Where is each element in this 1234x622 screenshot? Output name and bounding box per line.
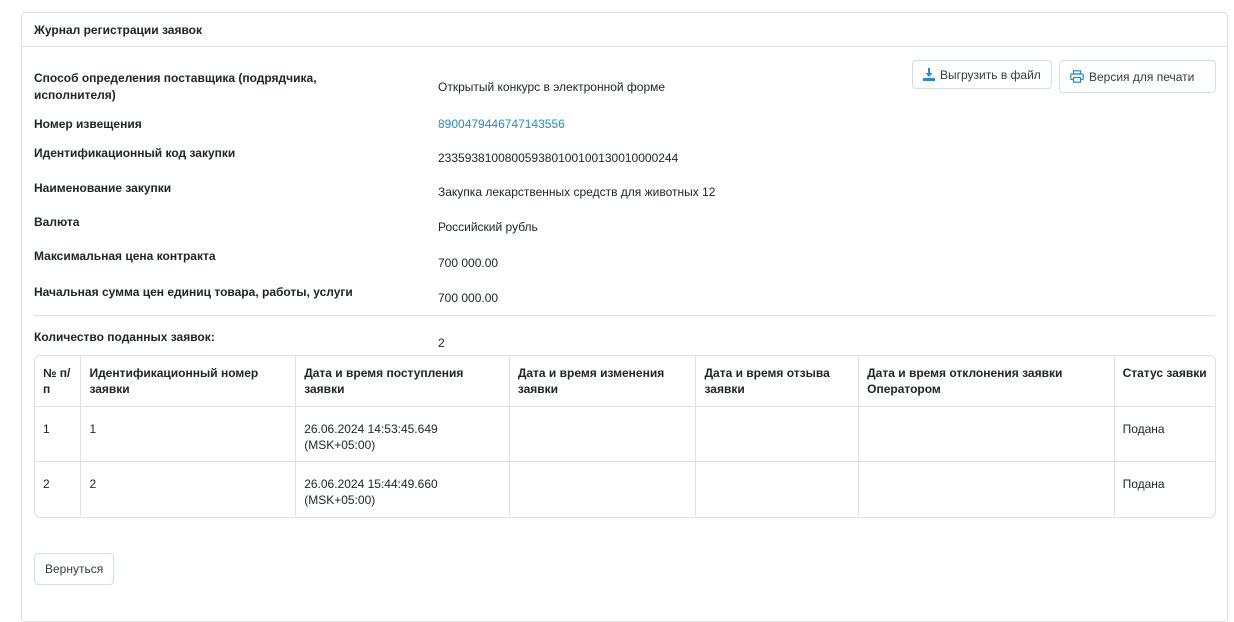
back-button[interactable]: Вернуться	[34, 553, 115, 585]
col-header-rejected: Дата и время отклонения заявки Операторо…	[858, 356, 1115, 407]
printer-icon	[1070, 70, 1084, 83]
cell-withdrawn	[695, 461, 860, 516]
cell-application-id: 2	[80, 461, 297, 516]
application-count-value: 2	[438, 336, 445, 350]
info-label: Наименование закупки	[34, 181, 172, 195]
applications-table: № п/п Идентификационный номер заявки Дат…	[34, 355, 1216, 518]
notice-number-link[interactable]: 8900479446747143556	[438, 116, 565, 133]
info-value: 700 000.00	[438, 291, 499, 305]
info-label: Количество поданных заявок:	[34, 330, 215, 344]
cell-received: 26.06.2024 15:44:49.660 (MSK+05:00)	[295, 461, 510, 516]
info-value: Открытый конкурс в электронной форме	[438, 80, 666, 94]
print-version-button[interactable]: Версия для печати	[1059, 60, 1216, 93]
registration-journal-panel: Журнал регистрации заявок Способ определ…	[21, 12, 1228, 622]
print-button-label: Версия для печати	[1089, 69, 1195, 84]
cell-status: Подана	[1122, 476, 1165, 491]
col-header-changed: Дата и время изменения заявки	[509, 356, 697, 407]
info-label: Номер извещения	[34, 117, 142, 131]
cell-received: 26.06.2024 14:53:45.649 (MSK+05:00)	[295, 406, 510, 462]
table-row: 2 2 26.06.2024 15:44:49.660 (MSK+05:00) …	[35, 461, 1215, 516]
cell-changed	[509, 461, 697, 516]
export-button-label: Выгрузить в файл	[940, 67, 1041, 82]
cell-rejected	[858, 461, 1115, 516]
col-header-number: № п/п	[35, 356, 82, 407]
info-value: 700 000.00	[438, 256, 499, 270]
info-label: Валюта	[34, 215, 80, 229]
info-label: Идентификационный код закупки	[34, 146, 236, 160]
table-header-row: № п/п Идентификационный номер заявки Дат…	[35, 356, 1215, 407]
cell-number: 2	[35, 461, 82, 516]
export-to-file-button[interactable]: Выгрузить в файл	[912, 60, 1052, 89]
col-header-status: Статус заявки	[1114, 356, 1215, 407]
info-value: Российский рубль	[438, 220, 538, 234]
cell-number: 1	[35, 406, 82, 462]
cell-status: Подана	[1114, 406, 1215, 462]
cell-withdrawn	[695, 406, 860, 462]
cell-application-id: 1	[80, 406, 297, 462]
section-divider	[34, 315, 1215, 316]
download-icon	[923, 68, 935, 81]
cell-changed	[509, 406, 697, 462]
info-label: Способ определения поставщика (подрядчик…	[34, 71, 317, 102]
info-value: 233593810080059380100100130010000244	[438, 151, 679, 165]
col-header-received: Дата и время поступления заявки	[295, 356, 510, 407]
cell-rejected	[858, 406, 1115, 462]
info-value: Закупка лекарственных средств для животн…	[438, 185, 716, 199]
info-label: Максимальная цена контракта	[34, 249, 216, 263]
col-header-withdrawn: Дата и время отзыва заявки	[695, 356, 860, 407]
col-header-application-id: Идентификационный номер заявки	[80, 356, 297, 407]
panel-title: Журнал регистрации заявок	[22, 13, 1227, 47]
info-label: Начальная сумма цен единиц товара, работ…	[34, 285, 353, 299]
table-row: 1 1 26.06.2024 14:53:45.649 (MSK+05:00) …	[35, 406, 1215, 462]
